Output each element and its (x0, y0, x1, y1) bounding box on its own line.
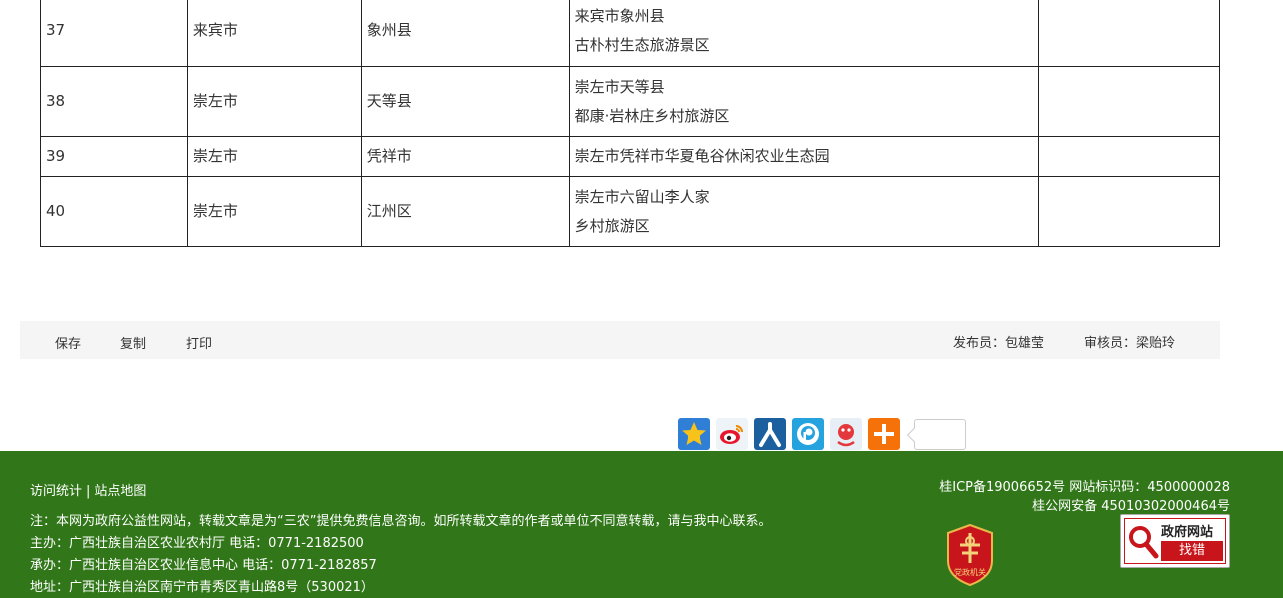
footer-organizer: 承办：广西壮族自治区农业信息中心 电话：0771-2182857 (30, 558, 377, 573)
scenic-name-line: 古朴村生态旅游景区 (574, 35, 710, 54)
reviewer-label: 审核员：梁贻玲 (1084, 336, 1176, 351)
row-scenic-name: 崇左市天等县都康·岩林庄乡村旅游区 (568, 66, 1040, 137)
row-note (1038, 0, 1220, 67)
finder-title: 政府网站 (1161, 525, 1214, 540)
gov-site-error-finder[interactable]: 政府网站 找错 (1120, 514, 1230, 568)
row-scenic-name: 崇左市六留山李人家 乡村旅游区 (568, 176, 1040, 247)
tieba-icon[interactable] (830, 418, 862, 450)
copy-button[interactable]: 复制 (120, 333, 146, 352)
more-icon[interactable] (868, 418, 900, 450)
row-note (1038, 176, 1220, 247)
save-button[interactable]: 保存 (55, 333, 81, 352)
site-footer: 访问统计 | 站点地图 注：本网为政府公益性网站，转载文章是为“三农”提供免费信息咨… (0, 451, 1283, 598)
row-note (1038, 136, 1220, 177)
row-scenic-name: 崇左市凭祥市华夏龟谷休闲农业生态园 (568, 136, 1040, 177)
row-number: 40 (40, 176, 188, 247)
table-row: 37 来宾市 象州县 来宾市象州县 古朴村生态旅游景区 (40, 0, 1220, 67)
scenic-name-line: 来宾市象州县 (574, 6, 665, 25)
print-button[interactable]: 打印 (186, 333, 212, 352)
scenic-name-line: 都康·岩林庄乡村旅游区 (574, 106, 730, 125)
badge-text: 党政机关 (954, 567, 986, 577)
row-scenic-name: 来宾市象州县古朴村生态旅游景区 (568, 0, 1040, 67)
row-number: 39 (40, 136, 188, 177)
row-county: 凭祥市 (360, 136, 570, 177)
row-county: 江州区 (360, 176, 570, 247)
pengyou-icon[interactable] (792, 418, 824, 450)
finder-action: 找错 (1161, 541, 1223, 561)
renren-icon[interactable] (754, 418, 786, 450)
row-county: 天等县 (360, 66, 570, 137)
table-body: 37 来宾市 象州县 来宾市象州县 古朴村生态旅游景区 38 崇左市 天等县 崇左市天等县 都康·… (40, 0, 1220, 247)
scenic-name-line: 乡村旅游区 (574, 216, 650, 235)
footer-registration: 桂ICP备19006652号 网站标识码：4500000028 桂公网安备 45… (939, 478, 1230, 516)
row-number: 37 (40, 0, 188, 67)
party-government-badge-icon: 党政机关 (947, 523, 993, 587)
footer-address: 地址：广西壮族自治区南宁市青秀区青山路8号（530021） (30, 580, 374, 595)
row-note (1038, 66, 1220, 137)
table-row: 40 崇左市 江州区 崇左市六留山李人家 乡村旅游区 (40, 176, 1220, 247)
icp-record[interactable]: 桂ICP备19006652号 网站标识码：4500000028 (939, 478, 1230, 497)
footer-host: 主办：广西壮族自治区农业农村厅 电话：0771-2182500 (30, 536, 364, 551)
footer-link-separator: | (86, 484, 91, 499)
footer-info: 注：本网为政府公益性网站，转载文章是为“三农”提供免费信息咨询。如所转载文章的作… (30, 511, 771, 598)
party-government-badge[interactable]: 党政机关 (944, 523, 996, 587)
footer-notice: 注：本网为政府公益性网站，转载文章是为“三农”提供免费信息咨询。如所转载文章的作… (30, 514, 772, 529)
magnifier-icon (1129, 526, 1159, 559)
visit-stats-link[interactable]: 访问统计 (30, 484, 82, 499)
publisher-label: 发布员：包雄莹 (953, 336, 1045, 351)
scenic-name-line: 崇左市天等县 (574, 77, 665, 96)
article-toolbar: 保存 复制 打印 发布员：包雄莹 审核员：梁贻玲 (20, 321, 1220, 359)
scenic-name-line: 崇左市凭祥市华夏龟谷休闲农业生态园 (574, 147, 830, 165)
scenic-area-table: 37 来宾市 象州县 来宾市象州县 古朴村生态旅游景区 38 崇左市 天等县 崇左市天等县 都康·… (40, 0, 1220, 247)
row-city: 来宾市 (186, 0, 362, 67)
row-city: 崇左市 (186, 176, 362, 247)
row-city: 崇左市 (186, 66, 362, 137)
sitemap-link[interactable]: 站点地图 (94, 484, 146, 499)
table-row: 38 崇左市 天等县 崇左市天等县 都康·岩林庄乡村旅游区 (40, 66, 1220, 137)
weibo-icon[interactable] (716, 418, 748, 450)
footer-links: 访问统计 | 站点地图 (30, 480, 146, 499)
table-row: 39 崇左市 凭祥市 崇左市凭祥市华夏龟谷休闲农业生态园 (40, 136, 1220, 177)
row-city: 崇左市 (186, 136, 362, 177)
qzone-icon[interactable] (678, 418, 710, 450)
scenic-name-line: 崇左市六留山李人家 (574, 187, 710, 206)
row-county: 象州县 (360, 0, 570, 67)
row-number: 38 (40, 66, 188, 137)
page: 37 来宾市 象州县 来宾市象州县 古朴村生态旅游景区 38 崇左市 天等县 崇左市天等县 都康·… (0, 0, 1283, 598)
share-count-bubble[interactable] (914, 419, 966, 450)
